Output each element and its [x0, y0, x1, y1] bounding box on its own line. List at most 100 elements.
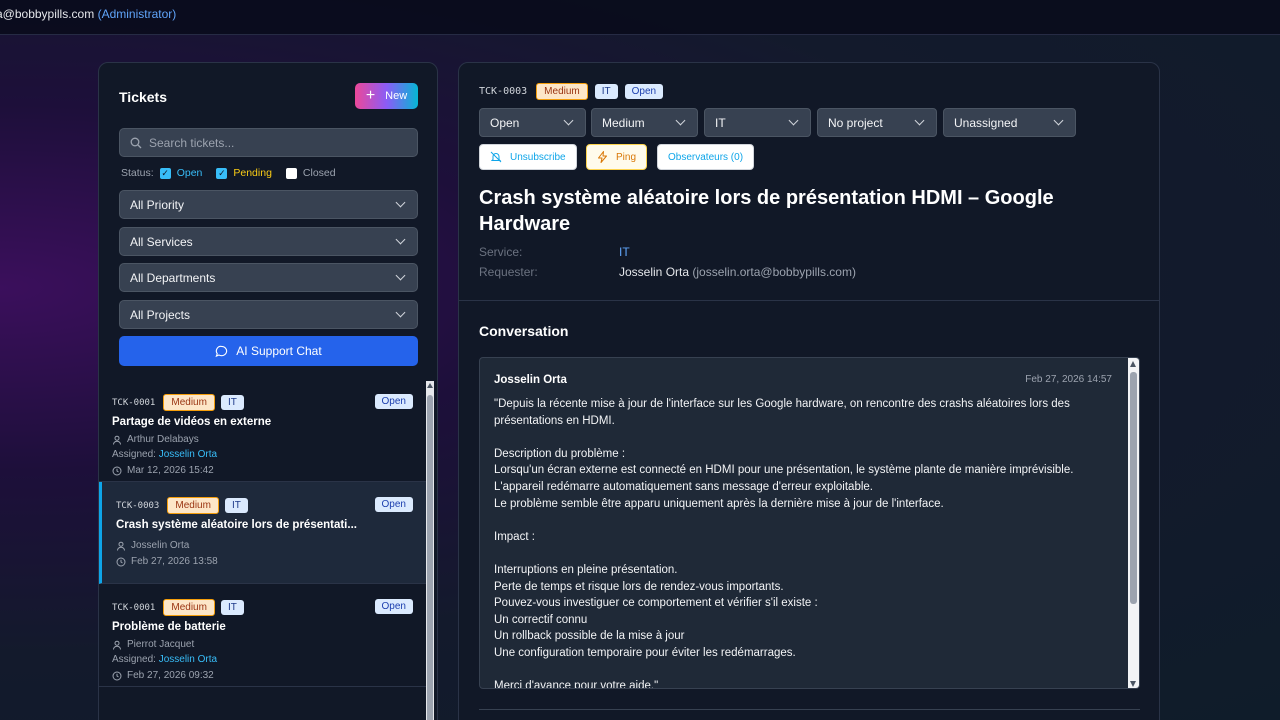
services-filter-value: All Services	[130, 234, 193, 249]
project-select-value: No project	[828, 115, 883, 130]
new-ticket-label: New	[385, 90, 408, 102]
service-badge: IT	[224, 498, 248, 513]
services-filter-select[interactable]: All Services	[119, 227, 418, 256]
ticket-date: Feb 27, 2026 13:58	[131, 556, 218, 567]
scroll-up-arrow-icon[interactable]	[1130, 361, 1136, 367]
search-input[interactable]	[149, 135, 399, 150]
service-badge: IT	[594, 84, 618, 99]
ticket-id: TCK-0003	[116, 500, 160, 511]
ping-label: Ping	[616, 151, 637, 163]
assigned-label: Assigned:	[112, 449, 156, 460]
message-date: Feb 27, 2026 14:57	[1025, 374, 1112, 385]
service-select-value: IT	[715, 115, 726, 130]
scroll-up-arrow-icon[interactable]	[427, 383, 433, 388]
priority-filter-select[interactable]: All Priority	[119, 190, 418, 219]
ai-support-chat-button[interactable]: AI Support Chat	[119, 336, 418, 366]
service-row: Service: IT	[479, 245, 630, 259]
chevron-down-icon	[563, 115, 574, 126]
divider	[459, 300, 1159, 301]
service-select[interactable]: IT	[704, 108, 811, 137]
assignee-select[interactable]: Unassigned	[943, 108, 1076, 137]
project-select[interactable]: No project	[817, 108, 937, 137]
bell-off-icon	[490, 151, 502, 163]
ticket-list-item-active[interactable]: TCK-0003 Medium IT Open Crash système al…	[99, 482, 427, 584]
open-filter-label: Open	[176, 167, 203, 179]
requester-email: (josselin.orta@bobbypills.com)	[692, 265, 856, 279]
requester-row: Requester: Josselin Orta (josselin.orta@…	[479, 265, 856, 279]
projects-filter-value: All Projects	[130, 307, 191, 322]
ticket-list-item[interactable]: TCK-0001 Medium IT Open Partage de vidéo…	[99, 379, 427, 482]
observers-label: Observateurs (0)	[668, 151, 744, 163]
ticket-title: Crash système aléatoire lors de présenta…	[479, 187, 1054, 235]
tickets-panel: Tickets + New Status: ✓ Open ✓ Pending C…	[98, 62, 438, 720]
unsubscribe-label: Unsubscribe	[510, 151, 566, 163]
pending-checkbox[interactable]: ✓	[216, 167, 228, 179]
tickets-title: Tickets	[119, 89, 167, 105]
ticket-id: TCK-0003	[479, 86, 528, 97]
status-select[interactable]: Open	[479, 108, 586, 137]
status-label: Status:	[121, 167, 154, 179]
ticket-title: Crash système aléatoire lors de présenta…	[116, 519, 357, 531]
lightning-icon	[597, 151, 608, 163]
service-badge: IT	[220, 600, 244, 615]
status-badge: Open	[374, 394, 413, 409]
service-value[interactable]: IT	[619, 245, 630, 259]
conversation-title: Conversation	[479, 323, 569, 339]
ticket-date: Mar 12, 2026 15:42	[127, 465, 214, 476]
clock-icon	[112, 466, 122, 476]
scroll-down-arrow-icon[interactable]	[1130, 681, 1136, 687]
message-scrollbar[interactable]	[1128, 358, 1139, 688]
priority-badge: Medium	[163, 599, 215, 616]
divider	[479, 709, 1140, 710]
message-card: Josselin Orta Feb 27, 2026 14:57 "Depuis…	[479, 357, 1140, 689]
service-label: Service:	[479, 245, 523, 259]
message-body: "Depuis la récente mise à jour de l'inte…	[494, 398, 1074, 689]
service-badge: IT	[220, 395, 244, 410]
status-select-value: Open	[490, 115, 520, 130]
departments-filter-value: All Departments	[130, 270, 216, 285]
assignee-select-value: Unassigned	[954, 115, 1018, 130]
user-icon	[116, 541, 126, 551]
ai-support-chat-label: AI Support Chat	[236, 344, 322, 358]
ticket-title: Problème de batterie	[112, 621, 226, 633]
priority-badge: Medium	[163, 394, 215, 411]
ticket-list-item[interactable]: TCK-0001 Medium IT Open Problème de batt…	[99, 584, 427, 687]
ping-button[interactable]: Ping	[586, 144, 648, 170]
ticket-requester: Pierrot Jacquet	[127, 639, 195, 650]
requester-name: Josselin Orta	[619, 265, 690, 279]
ticket-assignee: Josselin Orta	[158, 449, 218, 460]
projects-filter-select[interactable]: All Projects	[119, 300, 418, 329]
top-bar: a@bobbypills.com (Administrator)	[0, 0, 1280, 35]
observers-button[interactable]: Observateurs (0)	[657, 144, 755, 170]
requester-value: Josselin Orta (josselin.orta@bobbypills.…	[619, 265, 856, 279]
user-role: (Administrator)	[97, 7, 177, 21]
scrollbar-thumb[interactable]	[427, 395, 433, 720]
ticket-id: TCK-0001	[112, 397, 156, 408]
status-badge: Open	[374, 599, 413, 614]
ticket-list-scrollbar[interactable]	[426, 381, 434, 720]
clock-icon	[112, 671, 122, 681]
chevron-down-icon	[675, 115, 686, 126]
search-icon	[130, 137, 142, 149]
priority-select[interactable]: Medium	[591, 108, 698, 137]
chat-bubble-icon	[215, 345, 228, 358]
search-box	[119, 128, 418, 157]
closed-checkbox[interactable]	[285, 167, 297, 179]
requester-label: Requester:	[479, 265, 538, 279]
status-badge: Open	[374, 497, 413, 512]
unsubscribe-button[interactable]: Unsubscribe	[479, 144, 577, 170]
open-checkbox[interactable]: ✓	[159, 167, 171, 179]
new-ticket-button[interactable]: + New	[355, 83, 418, 109]
departments-filter-select[interactable]: All Departments	[119, 263, 418, 292]
ticket-list: TCK-0001 Medium IT Open Partage de vidéo…	[99, 379, 427, 720]
ticket-id: TCK-0001	[112, 602, 156, 613]
chevron-down-icon	[395, 307, 406, 318]
chevron-down-icon	[788, 115, 799, 126]
assigned-label: Assigned:	[112, 654, 156, 665]
user-icon	[112, 435, 122, 445]
message-author: Josselin Orta	[494, 374, 567, 386]
ticket-date: Feb 27, 2026 09:32	[127, 670, 214, 681]
scrollbar-thumb[interactable]	[1130, 372, 1137, 604]
pending-filter-label: Pending	[233, 167, 272, 179]
status-filter: Status: ✓ Open ✓ Pending Closed	[121, 167, 336, 179]
